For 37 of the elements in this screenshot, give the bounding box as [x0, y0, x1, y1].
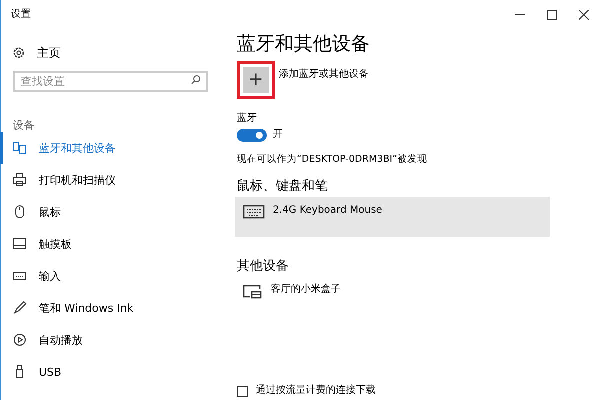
- sidebar-item[interactable]: 打印机和扫描仪: [0, 164, 229, 196]
- section-heading: 其他设备: [237, 258, 290, 274]
- sidebar-item[interactable]: 自动播放: [0, 324, 229, 356]
- page-title: 蓝牙和其他设备: [237, 34, 371, 55]
- device-item[interactable]: 2.4G Keyboard Mouse: [235, 196, 550, 237]
- play-icon: [13, 333, 27, 348]
- media-device-icon: [243, 284, 263, 300]
- mouse-icon: [13, 205, 27, 220]
- close-icon: [579, 10, 589, 20]
- bluetooth-device-icon: [13, 141, 27, 156]
- home-link[interactable]: 主页: [37, 46, 61, 60]
- touchpad-icon: [13, 237, 27, 252]
- checkbox-label: 通过按流量计费的连接下载: [256, 385, 376, 397]
- section-heading: 鼠标、键盘和笔: [237, 179, 329, 195]
- add-device-button[interactable]: +: [237, 60, 275, 99]
- window-title: 设置: [11, 9, 32, 21]
- sidebar-item[interactable]: 鼠标: [0, 196, 229, 228]
- search-icon: [191, 75, 201, 85]
- sidebar-item[interactable]: USB: [0, 356, 229, 388]
- section-label: 设备: [13, 119, 36, 132]
- sidebar-item[interactable]: 蓝牙和其他设备: [0, 132, 229, 164]
- bluetooth-label: 蓝牙: [237, 112, 258, 125]
- device-item[interactable]: 客厅的小米盒子: [235, 276, 550, 316]
- toggle-state: 开: [273, 129, 283, 142]
- pen-icon: [13, 301, 27, 316]
- search-field[interactable]: 查找设置: [13, 71, 208, 92]
- maximize-icon: [547, 10, 557, 20]
- checkbox[interactable]: [237, 386, 248, 396]
- printer-icon: [13, 173, 27, 188]
- sidebar-item[interactable]: 笔和 Windows Ink: [0, 292, 229, 324]
- sidebar-item[interactable]: 输入: [0, 260, 229, 292]
- bluetooth-toggle[interactable]: [237, 128, 267, 142]
- discoverable-text: 现在可以作为“DESKTOP-0DRM3BI”被发现: [237, 154, 428, 166]
- sidebar-item[interactable]: 触摸板: [0, 228, 229, 260]
- keyboard-icon: [243, 204, 265, 219]
- add-device-label: 添加蓝牙或其他设备: [279, 68, 369, 81]
- settings-icon: [13, 47, 25, 59]
